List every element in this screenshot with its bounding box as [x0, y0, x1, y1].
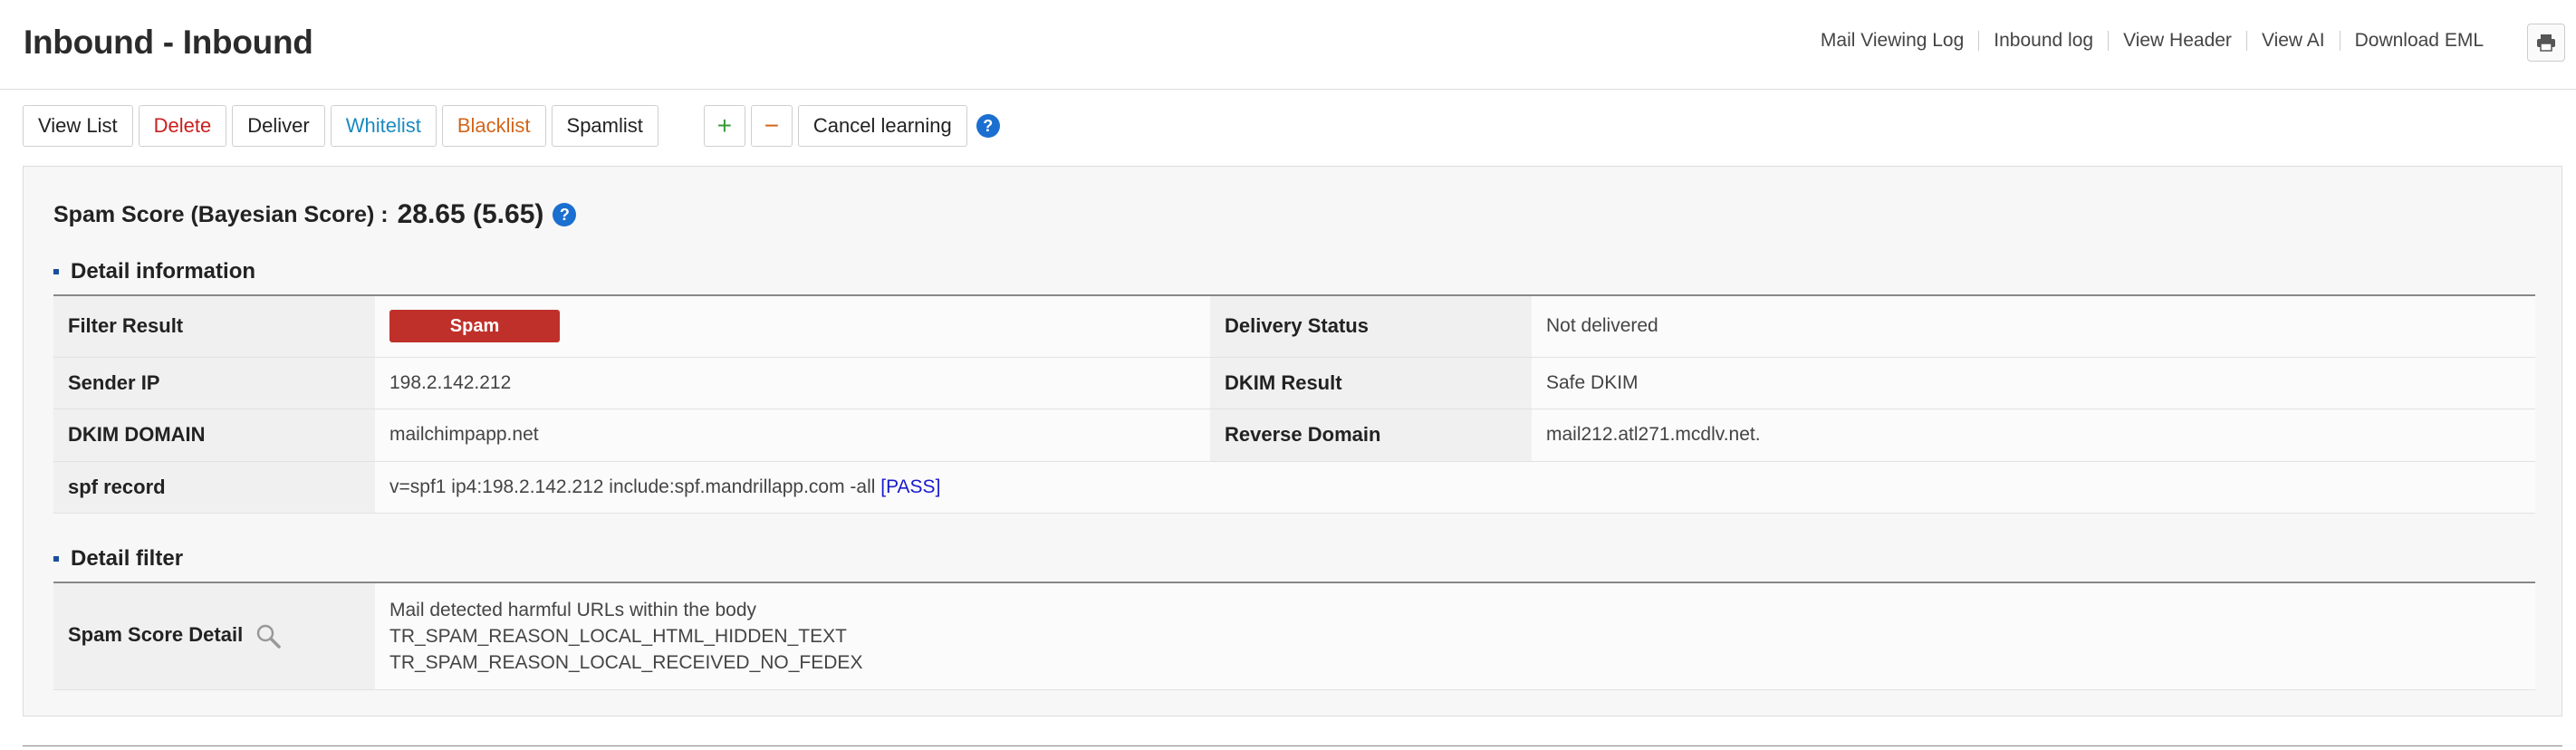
spam-score-label: Spam Score (Bayesian Score) :	[53, 201, 389, 227]
table-row: Filter Result Spam Delivery Status Not d…	[53, 295, 2535, 358]
detail-line: Mail detected harmful URLs within the bo…	[389, 599, 757, 620]
toolbar-help-icon[interactable]: ?	[976, 114, 1000, 138]
bottom-divider	[23, 745, 2562, 746]
detail-information-title: Detail information	[71, 259, 256, 284]
table-row: Spam Score Detail Mail detected harmful …	[53, 582, 2535, 690]
spf-record-value: v=spf1 ip4:198.2.142.212 include:spf.man…	[389, 476, 876, 497]
spam-score: Spam Score (Bayesian Score) : 28.65 (5.6…	[53, 199, 577, 230]
detail-information-heading: Detail information	[53, 259, 255, 284]
add-button[interactable]: +	[703, 105, 745, 147]
magnifier-icon[interactable]	[255, 623, 282, 649]
page-title: Inbound - Inbound	[24, 24, 313, 61]
blacklist-button[interactable]: Blacklist	[441, 105, 546, 147]
spam-badge: Spam	[389, 310, 560, 343]
view-list-button[interactable]: View List	[23, 105, 133, 147]
spf-record-label: spf record	[53, 461, 375, 514]
spam-score-detail-lines: Mail detected harmful URLs within the bo…	[375, 582, 2535, 690]
top-links: Mail Viewing Log Inbound log View Header…	[1806, 31, 2498, 51]
spam-score-detail-label-cell: Spam Score Detail	[53, 582, 375, 690]
section-bullet-icon	[53, 556, 59, 562]
delivery-status-value: Not delivered	[1532, 295, 2535, 358]
spf-pass-status: [PASS]	[880, 476, 941, 497]
delete-button[interactable]: Delete	[138, 105, 227, 147]
delivery-status-label: Delivery Status	[1210, 295, 1532, 358]
dkim-result-label: DKIM Result	[1210, 357, 1532, 409]
detail-filter-heading: Detail filter	[53, 546, 183, 572]
section-bullet-icon	[53, 269, 59, 274]
printer-icon	[2537, 34, 2555, 52]
spam-score-value: 28.65 (5.65)	[397, 199, 544, 229]
detail-panel: Spam Score (Bayesian Score) : 28.65 (5.6…	[23, 166, 2562, 716]
detail-filter-title: Detail filter	[71, 546, 184, 571]
table-row: DKIM DOMAIN mailchimpapp.net Reverse Dom…	[53, 409, 2535, 462]
cancel-learning-button[interactable]: Cancel learning	[797, 105, 967, 147]
reverse-domain-value: mail212.atl271.mcdlv.net.	[1532, 409, 2535, 462]
score-help-icon[interactable]: ?	[553, 203, 577, 226]
mail-viewing-log-link[interactable]: Mail Viewing Log	[1806, 31, 1978, 51]
page-header: Inbound - Inbound Mail Viewing Log Inbou…	[0, 0, 2576, 90]
spam-score-detail-label: Spam Score Detail	[68, 623, 244, 647]
deliver-button[interactable]: Deliver	[232, 105, 325, 147]
inbound-log-link[interactable]: Inbound log	[1978, 31, 2108, 51]
detail-line: TR_SPAM_REASON_LOCAL_HTML_HIDDEN_TEXT	[389, 625, 847, 647]
dkim-result-value: Safe DKIM	[1532, 357, 2535, 409]
detail-line: TR_SPAM_REASON_LOCAL_RECEIVED_NO_FEDEX	[389, 651, 863, 673]
download-eml-link[interactable]: Download EML	[2339, 31, 2498, 51]
detail-information-table: Filter Result Spam Delivery Status Not d…	[53, 294, 2535, 514]
dkim-domain-value: mailchimpapp.net	[375, 409, 1210, 462]
action-toolbar: View List Delete Deliver Whitelist Black…	[23, 105, 1000, 147]
dkim-domain-label: DKIM DOMAIN	[53, 409, 375, 462]
filter-result-label: Filter Result	[53, 295, 375, 358]
table-row: spf record v=spf1 ip4:198.2.142.212 incl…	[53, 461, 2535, 514]
view-header-link[interactable]: View Header	[2108, 31, 2246, 51]
spamlist-button[interactable]: Spamlist	[551, 105, 658, 147]
detail-filter-table: Spam Score Detail Mail detected harmful …	[53, 582, 2535, 690]
view-ai-link[interactable]: View AI	[2245, 31, 2340, 51]
sender-ip-value: 198.2.142.212	[375, 357, 1210, 409]
sender-ip-label: Sender IP	[53, 357, 375, 409]
spf-record-cell: v=spf1 ip4:198.2.142.212 include:spf.man…	[375, 461, 2535, 514]
whitelist-button[interactable]: Whitelist	[330, 105, 437, 147]
table-row: Sender IP 198.2.142.212 DKIM Result Safe…	[53, 357, 2535, 409]
print-button[interactable]	[2527, 24, 2565, 62]
reverse-domain-label: Reverse Domain	[1210, 409, 1532, 462]
remove-button[interactable]: −	[750, 105, 793, 147]
filter-result-cell: Spam	[375, 295, 1210, 358]
